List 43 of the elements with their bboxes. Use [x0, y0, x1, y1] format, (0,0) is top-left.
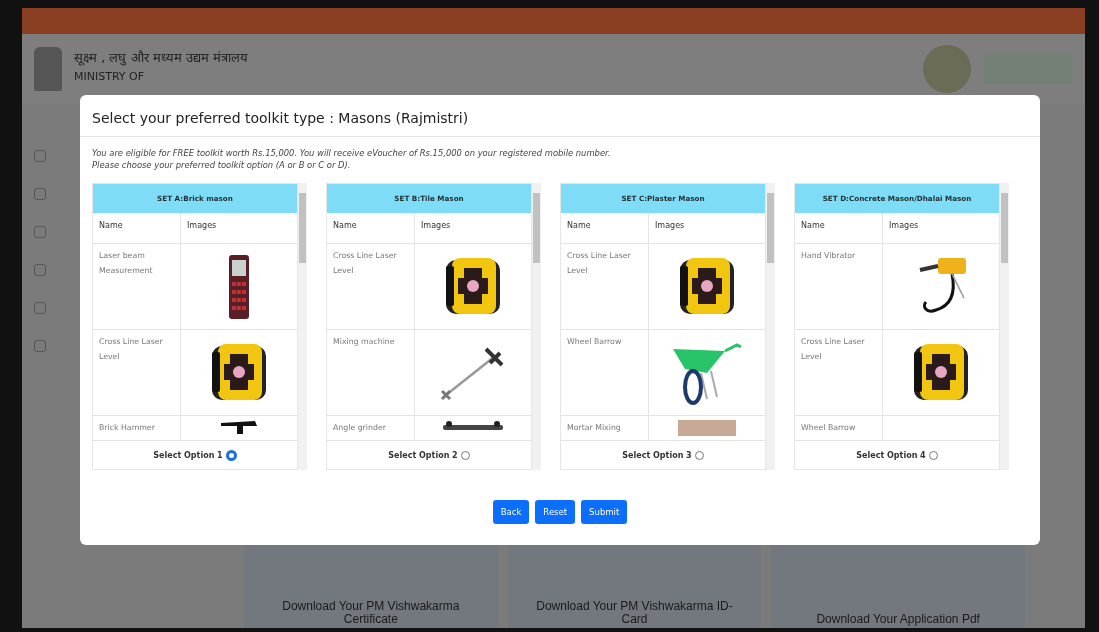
photo-placeholder: [678, 420, 736, 436]
option-radio[interactable]: [694, 450, 704, 460]
ministry-title: MINISTRY OF: [74, 70, 146, 83]
scrollbar[interactable]: [532, 183, 541, 470]
sidebar-icon[interactable]: [34, 340, 46, 352]
hammer-icon: [219, 420, 259, 434]
eligibility-notice: You are eligible for FREE toolkit worth Rs.15,000. You will receive eVoucher of Rs.15,000 on your registered mobile number.: [92, 147, 612, 159]
sidebar-icon[interactable]: [34, 150, 46, 162]
column-header: Name: [561, 213, 649, 243]
column-header: Images: [186, 220, 218, 232]
dialog-button[interactable]: Submit: [581, 500, 628, 524]
option-radio[interactable]: [460, 450, 470, 460]
scrollbar[interactable]: [1000, 183, 1009, 470]
column-header: Name: [93, 213, 181, 243]
download-card-title: Download Your PM Vishwakarma Certificate: [281, 600, 461, 626]
laser-meter-icon: [228, 253, 250, 320]
download-card-title: Download Your Application Pdf: [815, 613, 981, 626]
emblem-icon: [34, 47, 62, 91]
option-radio[interactable]: [928, 450, 938, 460]
column-header: Images: [654, 220, 686, 232]
sidebar-icon[interactable]: [34, 226, 46, 238]
download-card-title: Download Your PM Vishwakarma ID-Card: [535, 600, 734, 626]
option-label: Select Option 2: [388, 450, 458, 460]
dialog-title: Select your preferred toolkit type : Masons (Rajmistri): [80, 95, 1040, 137]
sidebar-icon[interactable]: [34, 302, 46, 314]
option-label: Select Option 4: [856, 450, 926, 460]
dialog-button[interactable]: Reset: [535, 500, 576, 524]
option-label: Select Option 3: [622, 450, 692, 460]
option-label: Select Option 1: [153, 450, 223, 460]
ministry-title-hindi: सूक्ष्म , लघु और मध्यम उद्यम मंत्रालय: [74, 49, 248, 66]
sidebar-icon[interactable]: [34, 264, 46, 276]
sidebar-icon[interactable]: [34, 188, 46, 200]
dialog-button[interactable]: Back: [492, 500, 530, 524]
option-radio[interactable]: [225, 449, 237, 461]
column-header: Images: [888, 220, 920, 232]
column-header: Name: [795, 213, 883, 243]
eligibility-notice: Please choose your preferred toolkit option (A or B or C or D).: [92, 159, 352, 171]
column-header: Name: [327, 213, 415, 243]
scrollbar[interactable]: [766, 183, 775, 470]
scrollbar[interactable]: [298, 183, 307, 470]
grinder-icon: [441, 420, 505, 430]
logo-icon: [923, 45, 971, 93]
column-header: Images: [420, 220, 452, 232]
